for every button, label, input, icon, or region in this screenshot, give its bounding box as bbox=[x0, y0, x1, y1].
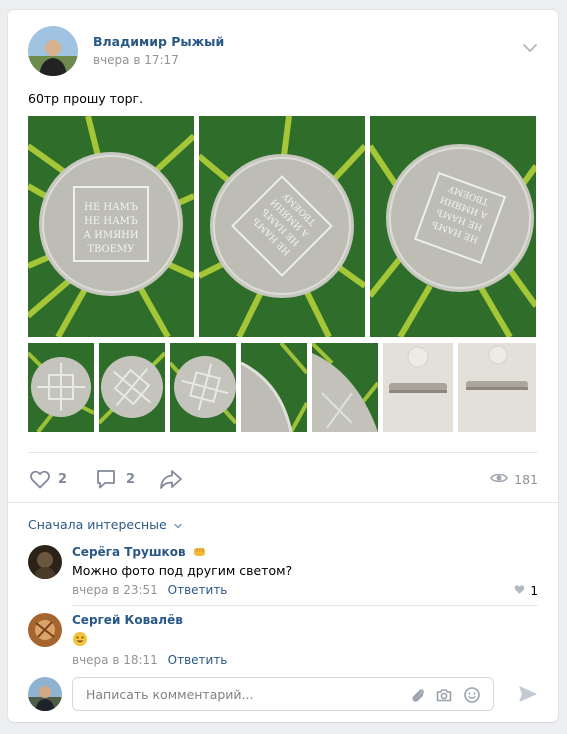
post-time[interactable]: вчера в 17:17 bbox=[93, 53, 179, 67]
comment-author[interactable]: Сергей Ковалёв bbox=[72, 613, 183, 627]
fist-emoji-icon bbox=[193, 545, 207, 561]
comments-sort-dropdown[interactable]: Сначала интересные bbox=[28, 517, 183, 533]
comment-item: Серёга Трушков Можно фото под другим све… bbox=[28, 545, 538, 605]
post-header: Владимир Рыжый вчера в 17:17 bbox=[28, 26, 538, 76]
comment-like-count: 1 bbox=[530, 583, 538, 598]
svg-text:А ИМЯНИ: А ИМЯНИ bbox=[83, 230, 139, 241]
author-avatar[interactable] bbox=[28, 26, 78, 76]
comment-author-name: Серёга Трушков bbox=[72, 545, 186, 559]
chevron-down-icon bbox=[173, 518, 183, 533]
photo-obverse-3[interactable]: НЕ НАМЪ НЕ НАМЪ А ИМЯНИ ТВОЕМУ bbox=[370, 116, 536, 337]
comment-input[interactable]: Написать комментарий... bbox=[72, 677, 494, 711]
comment-meta: вчера в 18:11 Ответить bbox=[72, 653, 227, 667]
chevron-down-icon[interactable] bbox=[522, 40, 538, 56]
reply-button[interactable]: Ответить bbox=[168, 653, 228, 667]
share-button[interactable] bbox=[158, 465, 184, 493]
post-actions: 2 2 181 bbox=[28, 465, 538, 493]
paperclip-icon[interactable] bbox=[409, 686, 427, 704]
photo-reverse-2[interactable] bbox=[99, 343, 165, 432]
svg-text:ТВОЕМУ: ТВОЕМУ bbox=[88, 244, 136, 255]
emoji-icon[interactable] bbox=[463, 686, 481, 704]
comment-icon bbox=[94, 467, 118, 491]
comments-sort-label: Сначала интересные bbox=[28, 517, 167, 532]
smile-emoji-icon bbox=[72, 631, 88, 650]
comment-text: Можно фото под другим светом? bbox=[72, 563, 293, 578]
like-button[interactable]: 2 bbox=[28, 465, 67, 493]
comment-meta: вчера в 23:51 Ответить bbox=[72, 583, 227, 597]
comment-time[interactable]: вчера в 18:11 bbox=[72, 653, 158, 667]
commenter-avatar[interactable] bbox=[28, 545, 62, 579]
commenter-avatar[interactable] bbox=[28, 613, 62, 647]
photo-reverse-3[interactable] bbox=[170, 343, 236, 432]
reply-button[interactable]: Ответить bbox=[168, 583, 228, 597]
svg-text:НЕ НАМЪ: НЕ НАМЪ bbox=[84, 202, 138, 213]
comment-like-button[interactable]: 1 bbox=[513, 583, 538, 598]
post-text: 60тр прошу торг. bbox=[28, 91, 144, 106]
photo-edge-grey-2[interactable] bbox=[458, 343, 536, 432]
comment-count: 2 bbox=[126, 471, 136, 487]
photo-reverse-1[interactable] bbox=[28, 343, 94, 432]
svg-text:НЕ НАМЪ: НЕ НАМЪ bbox=[84, 216, 138, 227]
views-counter: 181 bbox=[490, 465, 538, 493]
heart-icon bbox=[513, 583, 526, 598]
views-count: 181 bbox=[514, 471, 538, 487]
photo-edge-2[interactable] bbox=[312, 343, 378, 432]
divider bbox=[8, 502, 558, 503]
send-icon[interactable] bbox=[518, 684, 538, 704]
camera-icon[interactable] bbox=[435, 686, 453, 704]
reply-bar: Написать комментарий... bbox=[28, 677, 538, 713]
photo-obverse-2[interactable]: НЕ НАМЪ НЕ НАМЪ А ИМЯНИ ТВОЕМУ bbox=[199, 116, 365, 337]
heart-icon bbox=[28, 467, 52, 491]
comment-button[interactable]: 2 bbox=[94, 465, 135, 493]
photo-edge-grey-1[interactable] bbox=[383, 343, 453, 432]
share-icon bbox=[158, 467, 184, 491]
comment-text bbox=[72, 631, 88, 650]
like-count: 2 bbox=[58, 471, 68, 487]
my-avatar[interactable] bbox=[28, 677, 62, 711]
eye-icon bbox=[490, 471, 509, 488]
comment-item: Сергей Ковалёв вчера в 18:11 Ответить bbox=[28, 613, 538, 673]
divider bbox=[72, 605, 538, 606]
comment-input-placeholder: Написать комментарий... bbox=[86, 687, 254, 702]
comment-time[interactable]: вчера в 23:51 bbox=[72, 583, 158, 597]
post-card: Владимир Рыжый вчера в 17:17 60тр прошу … bbox=[8, 10, 558, 722]
post-author[interactable]: Владимир Рыжый bbox=[93, 34, 224, 49]
photo-obverse-1[interactable]: НЕ НАМЪ НЕ НАМЪ А ИМЯНИ ТВОЕМУ bbox=[28, 116, 194, 337]
photo-edge-1[interactable] bbox=[241, 343, 307, 432]
comment-author[interactable]: Серёга Трушков bbox=[72, 545, 207, 561]
divider bbox=[28, 452, 538, 453]
